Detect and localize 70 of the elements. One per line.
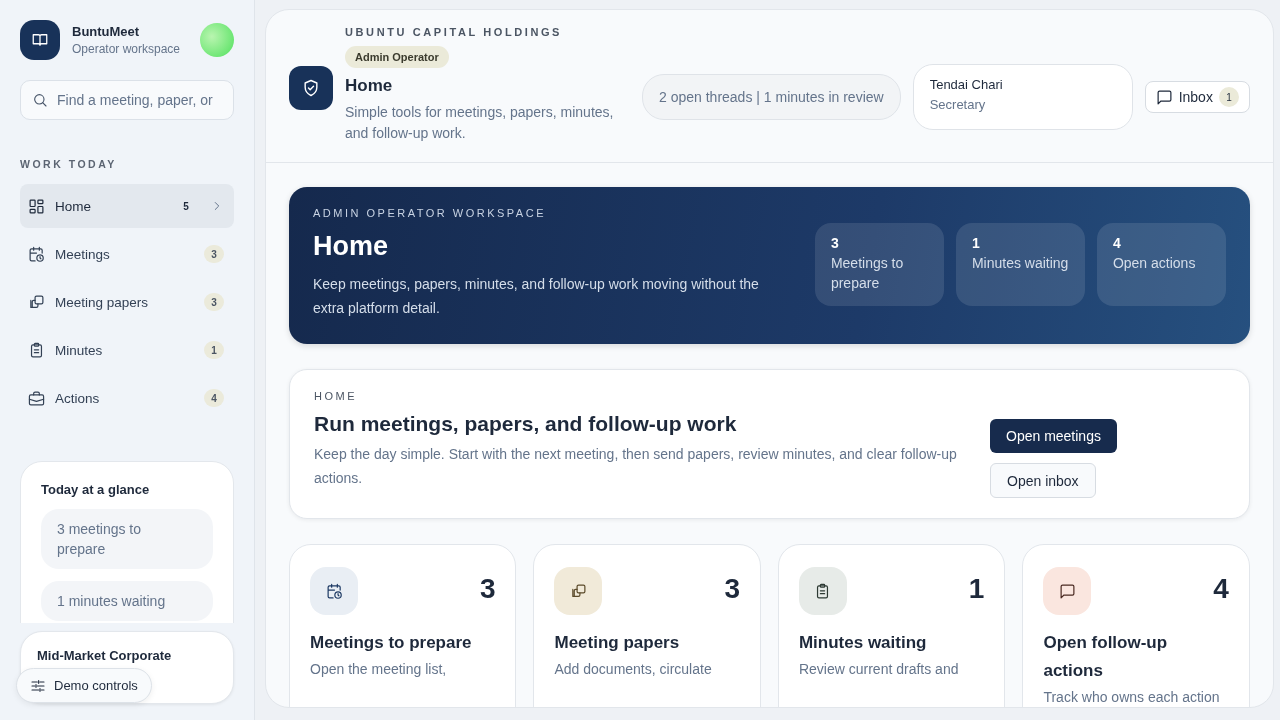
status-pill: 2 open threads | 1 minutes in review xyxy=(642,74,901,120)
count-badge: 4 xyxy=(204,389,224,407)
count-badge: 1 xyxy=(204,341,224,359)
brand-name: BuntuMeet xyxy=(72,24,141,39)
hero-title: Home xyxy=(313,231,389,262)
sidebar-item[interactable]: Meeting papers 3 xyxy=(20,280,234,324)
user-name: Tendai Chari xyxy=(929,77,1004,92)
card-title: Run meetings, papers, and follow-up work xyxy=(314,412,738,436)
stacked-pages-icon xyxy=(28,293,45,311)
calendar-clock-icon xyxy=(28,245,45,263)
card-text: Open the meeting list, xyxy=(310,661,448,677)
inbox-button[interactable]: Inbox 1 xyxy=(1144,81,1250,113)
stat-value: 3 xyxy=(830,235,840,251)
card-text: Track who owns each action xyxy=(1043,689,1221,705)
sidebar-item[interactable]: Minutes 1 xyxy=(20,328,234,372)
plan-title: Mid-Market Corporate xyxy=(37,648,173,663)
card-title: Meetings to prepare xyxy=(310,632,473,654)
sliders-icon xyxy=(30,677,46,694)
demo-controls-button[interactable]: Demo controls xyxy=(16,668,152,703)
search-field[interactable]: Find a meeting, paper, or xyxy=(20,80,234,120)
user-card[interactable]: Tendai Chari Secretary xyxy=(912,64,1133,130)
stat-label: Meetings to prepare xyxy=(830,254,905,293)
hero-eyebrow: ADMIN OPERATOR WORKSPACE xyxy=(313,207,547,219)
sidebar-item[interactable]: Meetings 3 xyxy=(20,232,234,276)
count-label: 5 xyxy=(182,199,190,214)
stat-value: 4 xyxy=(1112,235,1122,251)
avatar[interactable] xyxy=(200,23,234,57)
card-text: Keep the day simple. Start with the next meeting, then send papers, review minutes, and clear follow-up actions. xyxy=(314,445,958,488)
glance-item: 1 minutes waiting xyxy=(41,581,213,621)
card-value: 3 xyxy=(724,573,740,605)
count-badge: 3 xyxy=(204,245,224,263)
stat-value: 1 xyxy=(971,235,981,251)
clipboard-icon xyxy=(798,567,847,615)
section-label: WORK TODAY xyxy=(20,158,118,170)
chat-bubble-icon xyxy=(1043,567,1092,615)
grid-icon xyxy=(28,197,45,215)
stat-label: Minutes waiting xyxy=(971,254,1069,273)
org-name: UBUNTU CAPITAL HOLDINGS xyxy=(345,26,564,38)
shield-check-icon xyxy=(289,66,333,110)
card-title: Minutes waiting xyxy=(798,632,928,654)
briefcase-icon xyxy=(28,389,45,407)
card-value: 3 xyxy=(479,573,496,605)
sidebar-item[interactable]: Home 5 xyxy=(20,184,234,228)
count-badge: 3 xyxy=(204,293,224,311)
page-title: Home xyxy=(345,76,394,96)
glance-title: Today at a glance xyxy=(41,482,151,497)
count-badge: 1 xyxy=(1218,87,1239,107)
brand-subtitle: Operator workspace xyxy=(72,42,181,56)
page-description: Simple tools for meetings, papers, minutes, and follow-up work. xyxy=(345,103,615,143)
card-title: Meeting papers xyxy=(554,632,681,654)
hero-text: Keep meetings, papers, minutes, and follow-up work moving without the extra platform detail. xyxy=(313,275,760,318)
stacked-pages-icon xyxy=(554,567,603,615)
card-text: Add documents, circulate xyxy=(554,661,713,677)
card-eyebrow: HOME xyxy=(314,390,358,402)
open-inbox-button[interactable]: Open inbox xyxy=(990,463,1096,498)
card-text: Review current drafts and xyxy=(798,661,960,677)
calendar-clock-icon xyxy=(310,567,358,615)
sidebar-item[interactable]: Actions 4 xyxy=(20,376,234,420)
stat-label: Open actions xyxy=(1112,254,1197,273)
search-icon xyxy=(32,92,48,108)
clipboard-icon xyxy=(28,341,45,359)
role-badge: Admin Operator xyxy=(345,46,449,68)
glance-item: 3 meetings to prepare xyxy=(41,509,213,569)
chat-bubble-icon xyxy=(1155,88,1173,106)
user-role: Secretary xyxy=(929,97,987,112)
card-value: 4 xyxy=(1213,573,1229,605)
card-value: 1 xyxy=(968,573,985,605)
book-logo-icon xyxy=(20,20,60,60)
card-title: Open follow-up actions xyxy=(1043,632,1169,682)
open-meetings-button[interactable]: Open meetings xyxy=(990,419,1117,454)
